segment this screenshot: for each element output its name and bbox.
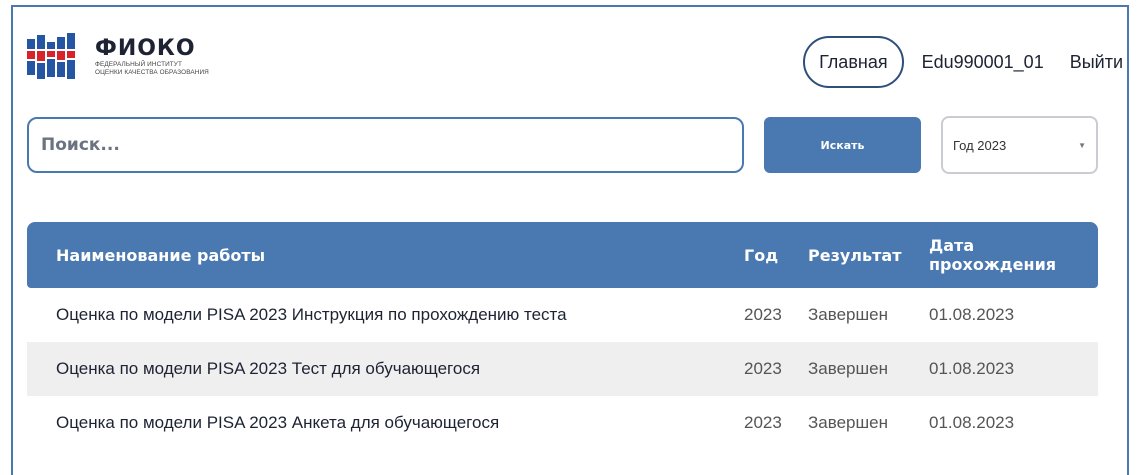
fioko-logo-icon [27,33,75,79]
work-name[interactable]: Оценка по модели PISA 2023 Инструкция по… [27,305,715,325]
work-date: 01.08.2023 [929,359,1015,378]
top-nav: Главная Edu990001_01 Выйти [803,36,1123,88]
work-date: 01.08.2023 [929,305,1015,324]
work-result: Завершен [808,413,888,432]
logo-subtitle-line2: ОЦЕНКИ КАЧЕСТВА ОБРАЗОВАНИЯ [95,69,209,76]
work-date: 01.08.2023 [929,413,1015,432]
work-result: Завершен [808,305,888,324]
logout-link[interactable]: Выйти [1070,52,1123,73]
search-button[interactable]: Искать [764,117,921,173]
table-row[interactable]: Оценка по модели PISA 2023 Тест для обуч… [27,342,1098,396]
logo-title: ФИОКО [95,36,196,61]
logo-subtitle-line1: ФЕДЕРАЛЬНЫЙ ИНСТИТУТ [95,61,182,68]
fioko-logo[interactable]: ФИОКО ФЕДЕРАЛЬНЫЙ ИНСТИТУТ ОЦЕНКИ КАЧЕСТ… [27,33,209,81]
table-row[interactable]: Оценка по модели PISA 2023 Инструкция по… [27,288,1098,342]
table-row[interactable]: Оценка по модели PISA 2023 Анкета для об… [27,396,1098,450]
column-header-date-line2: прохождения [929,255,1057,274]
work-name[interactable]: Оценка по модели PISA 2023 Тест для обуч… [27,359,715,379]
work-year: 2023 [744,359,782,378]
nav-username[interactable]: Edu990001_01 [922,52,1044,73]
table-header: Наименование работы Год Результат Дата п… [27,222,1098,288]
column-header-result[interactable]: Результат [787,246,915,265]
search-input[interactable] [27,117,744,173]
work-year: 2023 [744,305,782,324]
column-header-date[interactable]: Дата прохождения [915,236,1098,274]
work-result: Завершен [808,359,888,378]
column-header-year[interactable]: Год [715,246,787,265]
work-name[interactable]: Оценка по модели PISA 2023 Анкета для об… [27,413,715,433]
nav-home-button[interactable]: Главная [803,36,904,88]
column-header-date-line1: Дата [929,236,975,255]
year-select-value: Год 2023 [953,137,1007,153]
logo-text: ФИОКО ФЕДЕРАЛЬНЫЙ ИНСТИТУТ ОЦЕНКИ КАЧЕСТ… [95,37,209,77]
work-year: 2023 [744,413,782,432]
column-header-name[interactable]: Наименование работы [27,246,715,265]
year-select[interactable]: Год 2023 ▼ [941,116,1098,174]
caret-down-icon: ▼ [1078,140,1086,150]
works-table: Наименование работы Год Результат Дата п… [27,222,1098,450]
